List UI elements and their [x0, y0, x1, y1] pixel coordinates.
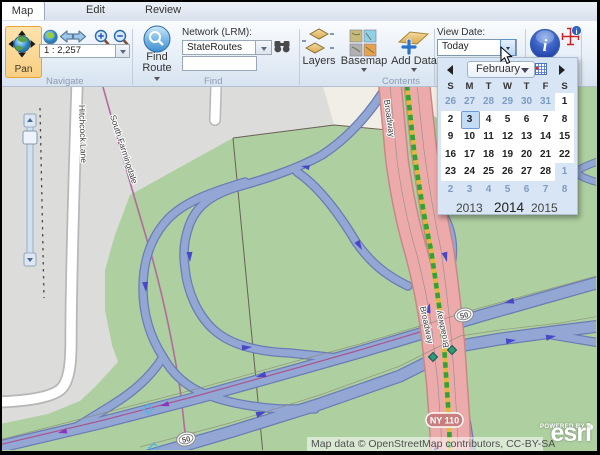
svg-text:Hitchcock Lane: Hitchcock Lane	[77, 105, 89, 164]
svg-text:i: i	[575, 27, 577, 36]
svg-text:i: i	[543, 36, 548, 55]
svg-text:NY 110: NY 110	[430, 416, 459, 426]
